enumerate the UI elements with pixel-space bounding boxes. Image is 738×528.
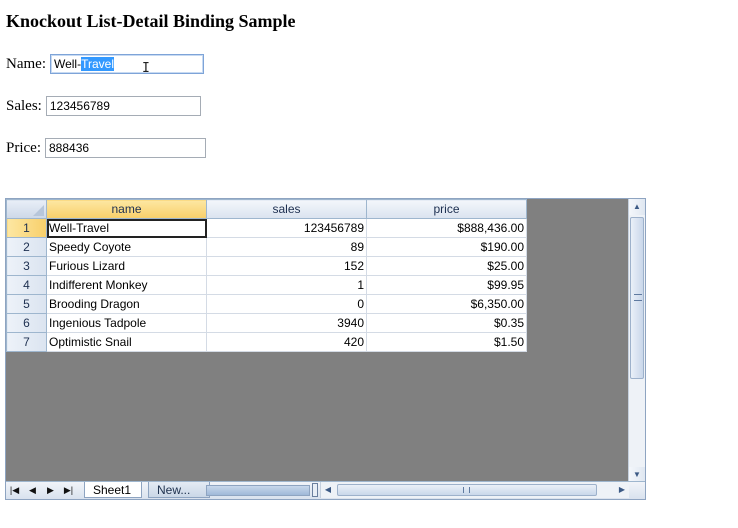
table-row[interactable]: 2 Speedy Coyote 89 $190.00 bbox=[6, 237, 527, 257]
table-row[interactable]: 4 Indifferent Monkey 1 $99.95 bbox=[6, 275, 527, 295]
cell-name[interactable]: Brooding Dragon bbox=[46, 294, 207, 314]
next-page-icon[interactable]: ▶ bbox=[44, 482, 57, 498]
cell-name[interactable]: Well-Travel bbox=[46, 218, 207, 238]
sales-label: Sales: bbox=[6, 97, 42, 114]
column-header-price[interactable]: price bbox=[366, 199, 527, 219]
grip-icon bbox=[463, 487, 470, 493]
scroll-up-icon[interactable]: ▲ bbox=[629, 199, 645, 215]
cell-price[interactable]: $1.50 bbox=[366, 332, 527, 352]
cell-sales[interactable]: 0 bbox=[206, 294, 367, 314]
sales-row: Sales: 123456789 bbox=[6, 96, 201, 116]
tab-split-handle[interactable] bbox=[312, 483, 318, 497]
price-row: Price: 888436 bbox=[6, 138, 206, 158]
cell-price[interactable]: $190.00 bbox=[366, 237, 527, 257]
column-header-sales[interactable]: sales bbox=[206, 199, 367, 219]
cell-name[interactable]: Optimistic Snail bbox=[46, 332, 207, 352]
scroll-left-icon[interactable]: ◀ bbox=[321, 482, 335, 498]
vertical-scroll-thumb[interactable] bbox=[630, 217, 644, 379]
horizontal-scrollbar[interactable]: ◀ ▶ bbox=[320, 482, 629, 498]
price-input[interactable]: 888436 bbox=[45, 138, 206, 158]
row-header[interactable]: 6 bbox=[6, 313, 47, 333]
vertical-scrollbar[interactable]: ▲ ▼ bbox=[628, 199, 645, 483]
cell-price[interactable]: $99.95 bbox=[366, 275, 527, 295]
cell-price[interactable]: $888,436.00 bbox=[366, 218, 527, 238]
row-header[interactable]: 4 bbox=[6, 275, 47, 295]
last-page-icon[interactable]: ▶| bbox=[62, 482, 75, 498]
cell-sales[interactable]: 89 bbox=[206, 237, 367, 257]
price-label: Price: bbox=[6, 139, 41, 156]
scroll-right-icon[interactable]: ▶ bbox=[615, 482, 629, 498]
select-all-corner[interactable] bbox=[6, 199, 47, 219]
cell-sales[interactable]: 152 bbox=[206, 256, 367, 276]
tab-sheet1[interactable]: Sheet1 bbox=[84, 482, 142, 498]
name-value-selection: Travel bbox=[81, 57, 115, 71]
cell-name[interactable]: Indifferent Monkey bbox=[46, 275, 207, 295]
grip-icon bbox=[634, 294, 642, 301]
table-row[interactable]: 3 Furious Lizard 152 $25.00 bbox=[6, 256, 527, 276]
text-cursor-icon: I bbox=[142, 61, 150, 76]
row-header[interactable]: 3 bbox=[6, 256, 47, 276]
cell-price[interactable]: $6,350.00 bbox=[366, 294, 527, 314]
tab-new-sheet[interactable]: New... bbox=[148, 482, 210, 498]
horizontal-scroll-thumb[interactable] bbox=[337, 484, 597, 496]
name-label: Name: bbox=[6, 55, 46, 72]
table-row[interactable]: 6 Ingenious Tadpole 3940 $0.35 bbox=[6, 313, 527, 333]
cell-sales[interactable]: 1 bbox=[206, 275, 367, 295]
cell-name[interactable]: Speedy Coyote bbox=[46, 237, 207, 257]
name-input[interactable]: Well-Travel bbox=[49, 54, 204, 74]
tab-scroll-track bbox=[206, 485, 310, 496]
table-row[interactable]: 7 Optimistic Snail 420 $1.50 bbox=[6, 332, 527, 352]
row-header[interactable]: 5 bbox=[6, 294, 47, 314]
cell-name[interactable]: Furious Lizard bbox=[46, 256, 207, 276]
row-header[interactable]: 2 bbox=[6, 237, 47, 257]
first-page-icon[interactable]: |◀ bbox=[8, 482, 21, 498]
row-header[interactable]: 1 bbox=[6, 218, 47, 238]
previous-page-icon[interactable]: ◀ bbox=[26, 482, 39, 498]
cell-sales[interactable]: 123456789 bbox=[206, 218, 367, 238]
cell-sales[interactable]: 3940 bbox=[206, 313, 367, 333]
table-row[interactable]: 5 Brooding Dragon 0 $6,350.00 bbox=[6, 294, 527, 314]
sales-input[interactable]: 123456789 bbox=[45, 96, 201, 116]
data-grid: name sales price 1 Well-Travel 123456789 $8… bbox=[6, 199, 527, 352]
name-value-text: Well- bbox=[53, 57, 82, 71]
page-title: Knockout List-Detail Binding Sample bbox=[6, 11, 296, 31]
spreadsheet[interactable]: name sales price 1 Well-Travel 123456789 $8… bbox=[5, 198, 646, 500]
sheet-tab-strip: |◀ ◀ ▶ ▶| Sheet1 New... ◀ ▶ bbox=[6, 481, 645, 499]
cell-name[interactable]: Ingenious Tadpole bbox=[46, 313, 207, 333]
cell-price[interactable]: $0.35 bbox=[366, 313, 527, 333]
cell-price[interactable]: $25.00 bbox=[366, 256, 527, 276]
row-header[interactable]: 7 bbox=[6, 332, 47, 352]
column-header-name[interactable]: name bbox=[46, 199, 207, 219]
table-row[interactable]: 1 Well-Travel 123456789 $888,436.00 bbox=[6, 218, 527, 238]
cell-sales[interactable]: 420 bbox=[206, 332, 367, 352]
name-row: Name: Well-Travel bbox=[6, 54, 204, 74]
